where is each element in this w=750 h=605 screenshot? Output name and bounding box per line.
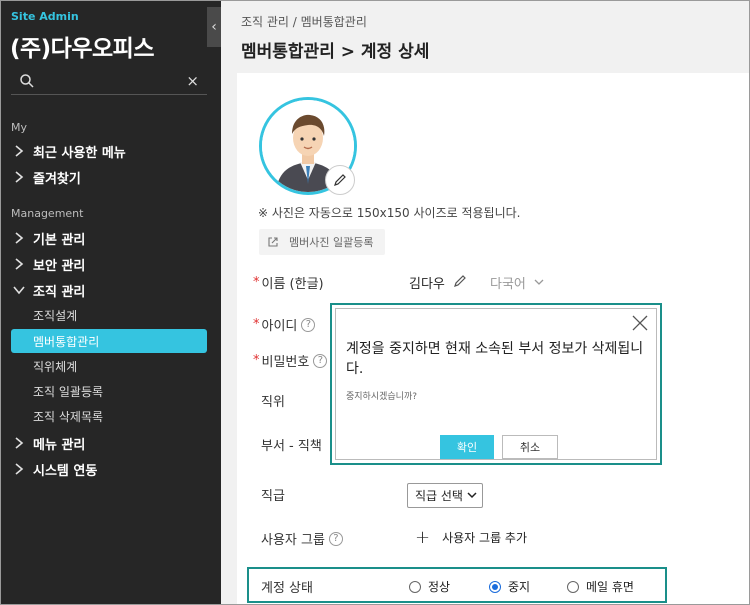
status-radio-normal[interactable]: 정상 [409,578,450,595]
user-group-label: 사용자 그룹 ? [261,529,343,548]
brand-label: Site Admin [11,10,79,23]
sidebar-item-label: 최근 사용한 메뉴 [33,145,126,161]
dialog-message: 계정을 중지하면 현재 소속된 부서 정보가 삭제됩니다. [346,341,644,377]
user-group-label-text: 사용자 그룹 [261,533,325,548]
help-icon[interactable]: ? [328,531,343,546]
sidebar-subitem-member[interactable]: 멤버통합관리 [11,329,207,353]
chevron-left-icon: ‹ [211,19,217,35]
avatar-edit-button[interactable] [325,165,355,195]
bulk-photo-upload-button[interactable]: 멤버사진 일괄등록 [259,229,385,255]
chevron-right-icon [11,258,27,270]
bulk-photo-label: 멤버사진 일괄등록 [289,236,374,249]
dialog-question: 중지하시겠습니까? [346,392,418,402]
section-my: My [11,121,28,134]
sidebar-item-org[interactable]: 조직 관리 [11,279,85,301]
clear-icon[interactable]: × [186,72,199,90]
sidebar-item-label: 조직 관리 [33,284,86,300]
position-label: 직위 [261,395,285,410]
required-mark: * [253,275,260,290]
chevron-right-icon [11,437,27,449]
chevron-right-icon [11,463,27,475]
sidebar-item-menu[interactable]: 메뉴 관리 [11,432,85,454]
help-icon[interactable]: ? [313,353,328,368]
password-label: * 비밀번호 ? [253,351,328,370]
dept-label: 부서 - 직책 [261,439,322,454]
pencil-icon [334,174,346,186]
name-label-text: 이름 (한글) [261,277,324,292]
radio-dot [567,580,579,593]
multilanguage-label: 다국어 [490,277,526,292]
account-status-label: 계정 상태 [261,581,313,596]
name-label: * 이름 (한글) [253,273,324,292]
pencil-icon[interactable] [453,274,467,292]
chevron-right-icon [11,171,27,183]
radio-dot-selected [489,580,501,593]
plus-icon: + [415,527,431,548]
sidebar-item-system[interactable]: 시스템 연동 [11,458,97,480]
sidebar-subitem-position[interactable]: 직위체계 [11,354,207,378]
sidebar-item-label: 시스템 연동 [33,463,98,479]
confirm-dialog-highlight: 계정을 중지하면 현재 소속된 부서 정보가 삭제됩니다. 중지하시겠습니까? … [330,303,662,465]
cancel-button[interactable]: 취소 [502,435,558,459]
status-option-label: 정상 [428,580,451,594]
grade-select-value: 직급 선택 [415,489,463,503]
name-field[interactable]: 김다우 [409,273,467,292]
sidebar-item-security[interactable]: 보안 관리 [11,253,85,275]
chevron-right-icon [11,145,27,157]
section-management: Management [11,207,84,220]
breadcrumb: 조직 관리 / 멤버통합관리 [241,15,367,29]
sidebar-subitem-org-bulk[interactable]: 조직 일괄등록 [11,379,207,403]
sidebar-item-recent[interactable]: 최근 사용한 메뉴 [11,140,126,162]
status-option-label: 메일 휴면 [586,580,634,594]
sidebar-subitem-org-design[interactable]: 조직설계 [11,303,207,327]
sidebar: Site Admin (주)다우오피스 ‹ × My 최근 사용한 메뉴 즐겨찾… [1,1,221,604]
chevron-down-icon [11,285,27,295]
add-user-group-button[interactable]: + 사용자 그룹 추가 [415,527,527,548]
menu-search-input[interactable]: × [11,69,207,95]
status-radio-dormant[interactable]: 메일 휴면 [567,578,634,595]
account-status-row: 계정 상태 정상 중지 메일 휴면 [247,567,667,603]
add-user-group-label: 사용자 그룹 추가 [442,531,528,545]
close-icon[interactable] [630,313,650,333]
required-mark: * [253,353,260,368]
sidebar-item-label: 보안 관리 [33,258,86,274]
confirm-button[interactable]: 확인 [440,435,494,459]
help-icon[interactable]: ? [301,317,316,332]
external-link-icon [268,237,278,247]
status-option-label: 중지 [508,580,531,594]
status-radio-suspended[interactable]: 중지 [489,578,530,595]
chevron-down-icon [467,489,477,504]
required-mark: * [253,317,260,332]
grade-label: 직급 [261,489,285,504]
confirm-dialog: 계정을 중지하면 현재 소속된 부서 정보가 삭제됩니다. 중지하시겠습니까? … [335,308,657,460]
chevron-right-icon [11,232,27,244]
page-title: 멤버통합관리 > 계정 상세 [241,42,430,62]
chevron-down-icon [534,275,544,290]
sidebar-item-favorites[interactable]: 즐겨찾기 [11,166,81,188]
name-value: 김다우 [409,277,445,292]
id-label: * 아이디 ? [253,315,316,334]
id-label-text: 아이디 [261,319,298,334]
company-name: (주)다우오피스 [10,36,154,62]
sidebar-collapse-button[interactable]: ‹ [207,7,221,47]
password-label-text: 비밀번호 [261,355,310,370]
app-frame: Site Admin (주)다우오피스 ‹ × My 최근 사용한 메뉴 즐겨찾… [0,0,750,605]
search-icon [20,74,34,88]
sidebar-subitem-org-deleted[interactable]: 조직 삭제목록 [11,404,207,428]
sidebar-item-basic[interactable]: 기본 관리 [11,227,85,249]
radio-dot [409,580,421,593]
multilanguage-toggle[interactable]: 다국어 [490,273,544,292]
sidebar-item-label: 기본 관리 [33,232,86,248]
sidebar-item-label: 즐겨찾기 [33,171,81,187]
sidebar-item-label: 메뉴 관리 [33,437,86,453]
grade-select[interactable]: 직급 선택 [407,483,483,508]
photo-note: ※ 사진은 자동으로 150x150 사이즈로 적용됩니다. [258,206,521,220]
